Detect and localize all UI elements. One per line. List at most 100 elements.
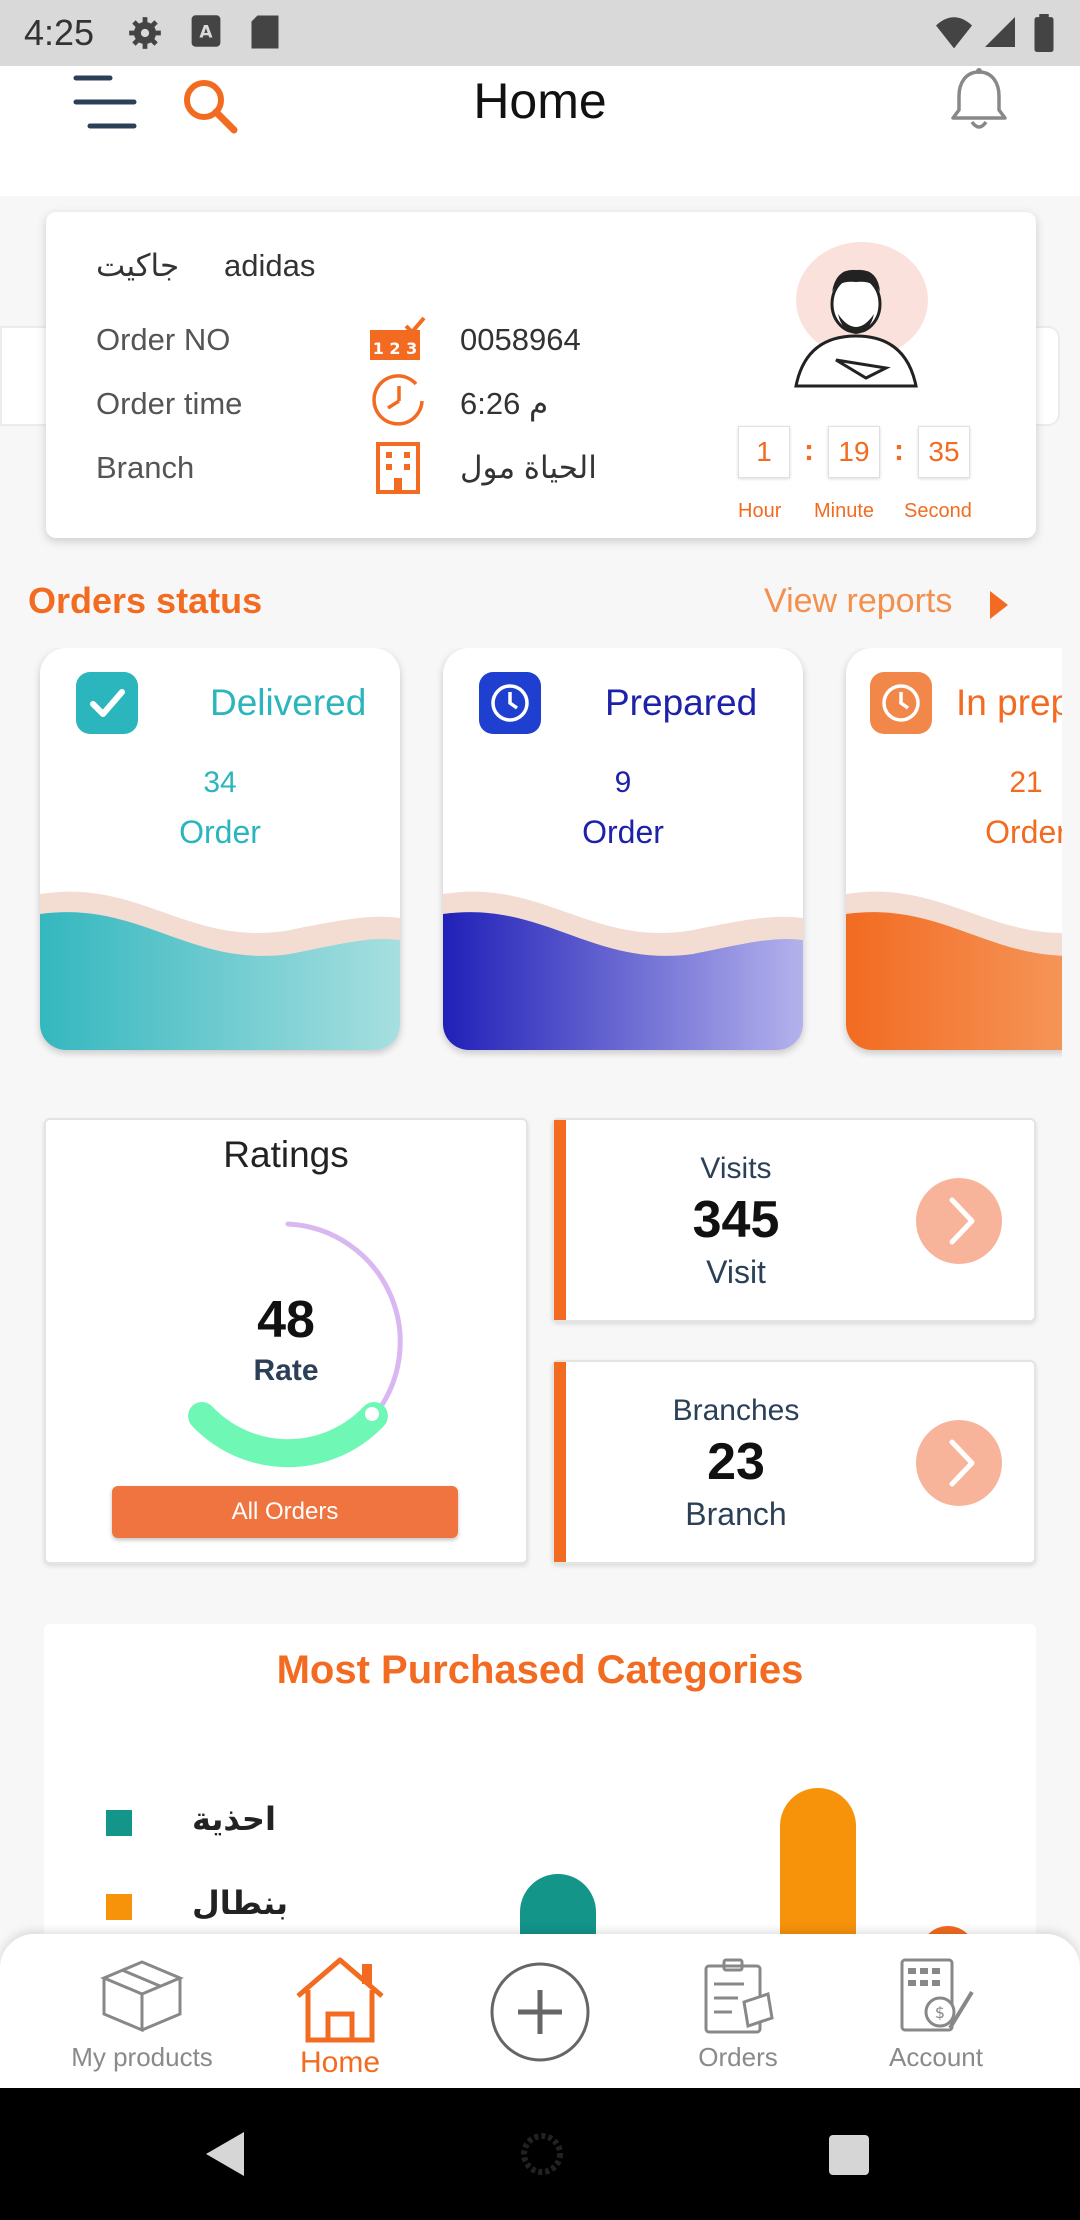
current-order-card[interactable]: جاكيت adidas Order NO 1 2 3 0058964 Orde… [46, 212, 1036, 538]
wave-decoration [846, 891, 1062, 1050]
status-count: 21 [1009, 766, 1043, 799]
nav-orders[interactable]: Orders [648, 1956, 828, 2072]
order-no-value: 0058964 [460, 322, 581, 357]
rating-value: 48 [257, 1291, 315, 1349]
orders-status-title: Orders status [28, 580, 263, 621]
chevron-right-icon [949, 1439, 975, 1487]
app-header: Home [0, 66, 1080, 196]
clock-icon [882, 684, 920, 722]
status-card-delivered[interactable]: Delivered 34 Order [40, 648, 400, 1050]
wave-decoration [40, 891, 400, 1050]
calculator-icon: $ [900, 1958, 974, 2032]
all-orders-button[interactable]: All Orders [112, 1486, 458, 1538]
nav-label: Orders [698, 2042, 778, 2072]
accent-bar [554, 1120, 566, 1320]
status-count: 9 [614, 766, 632, 799]
notification-bell-icon[interactable] [945, 66, 1013, 134]
plus-circle-icon [490, 1962, 590, 2062]
home-icon [296, 1957, 384, 2043]
home-button-icon[interactable] [510, 2124, 574, 2184]
check-icon [90, 689, 125, 717]
timer-colon: : [894, 434, 904, 467]
wave-decoration [443, 891, 803, 1050]
status-title: Delivered [210, 682, 367, 723]
order-time-value: 6:26 م [460, 386, 549, 421]
visits-panel[interactable]: Visits 345 Visit [552, 1118, 1036, 1322]
timer-minute-label: Minute [814, 500, 875, 522]
visits-title: Visits [700, 1152, 772, 1185]
play-arrow-icon[interactable] [988, 589, 1010, 621]
status-title: Prepared [605, 682, 758, 723]
nav-label: Account [889, 2042, 983, 2072]
chevron-right-icon [949, 1197, 975, 1245]
status-bar: 4:25 A [0, 0, 1080, 66]
svg-text:A: A [199, 23, 213, 43]
a11y-icon: A [191, 15, 221, 47]
nav-home[interactable]: Home [250, 1956, 430, 2079]
sd-card-icon [251, 15, 279, 49]
page-title: Home [473, 73, 607, 129]
orders-status-carousel[interactable]: Delivered 34 Order Prepared 9 Order In p… [0, 648, 1062, 1058]
order-time-label: Order time [96, 386, 243, 421]
building-icon [376, 442, 420, 494]
clock-icon [491, 684, 529, 722]
battery-icon [1034, 14, 1054, 52]
product-brand: adidas [224, 248, 316, 283]
status-unit: Order [179, 814, 261, 850]
system-navigation-bar [0, 2088, 1080, 2220]
branch-label: Branch [96, 450, 195, 485]
nav-add[interactable] [450, 1960, 630, 2069]
bottom-navigation: My products Home Orders $ Account [0, 1934, 1080, 2088]
order-no-label: Order NO [96, 322, 231, 357]
status-count: 34 [203, 766, 237, 799]
ratings-panel: Ratings 48 Rate All Orders [44, 1118, 528, 1564]
visits-arrow-button[interactable] [916, 1178, 1002, 1264]
branches-title: Branches [672, 1394, 800, 1427]
svg-text:$: $ [935, 2003, 945, 2022]
timer-second-label: Second [904, 500, 972, 522]
visits-value: 345 [692, 1191, 780, 1249]
accent-bar [554, 1362, 566, 1562]
status-unit: Order [985, 814, 1062, 850]
box-icon [100, 1960, 184, 2033]
clock-badge [870, 672, 932, 734]
svg-text:1 2 3: 1 2 3 [373, 339, 418, 358]
visits-unit: Visit [706, 1254, 766, 1290]
branches-panel[interactable]: Branches 23 Branch [552, 1360, 1036, 1564]
wifi-icon [936, 17, 972, 49]
rating-label: Rate [253, 1354, 319, 1387]
status-time: 4:25 [24, 12, 95, 53]
branches-unit: Branch [685, 1496, 787, 1532]
check-badge [76, 672, 138, 734]
clock-badge [479, 672, 541, 734]
most-purchased-categories-card: Most Purchased Categories احذية بنطال [44, 1624, 1036, 1954]
clock-icon [372, 374, 424, 426]
view-reports-link[interactable]: View reports [764, 582, 952, 621]
categories-chart [520, 1788, 976, 1954]
timer-second: 35 [918, 426, 970, 478]
order-number-icon: 1 2 3 [370, 316, 426, 360]
status-card-prepared[interactable]: Prepared 9 Order [443, 648, 803, 1050]
timer-hour: 1 [738, 426, 790, 478]
branches-value: 23 [707, 1433, 765, 1491]
customer-avatar [794, 242, 928, 388]
nav-label: My products [71, 2042, 213, 2072]
status-card-in-preparation[interactable]: In preparation 21 Order [846, 648, 1062, 1050]
nav-label: Home [299, 2046, 381, 2079]
status-title: In preparation [956, 682, 1062, 723]
timer-hour-label: Hour [738, 500, 782, 522]
chart-bar [780, 1788, 856, 1954]
product-name-ar: جاكيت [96, 248, 180, 283]
branch-value: الحياة مول [460, 450, 597, 485]
recents-icon[interactable] [826, 2132, 872, 2178]
timer-colon: : [804, 434, 814, 467]
signal-icon [985, 17, 1015, 47]
settings-icon [129, 17, 161, 49]
timer-minute: 19 [828, 426, 880, 478]
nav-account[interactable]: $ Account [846, 1956, 1026, 2072]
branches-arrow-button[interactable] [916, 1420, 1002, 1506]
back-icon[interactable] [200, 2128, 252, 2180]
clipboard-icon [704, 1958, 774, 2034]
nav-my-products[interactable]: My products [52, 1956, 232, 2072]
status-unit: Order [582, 814, 664, 850]
